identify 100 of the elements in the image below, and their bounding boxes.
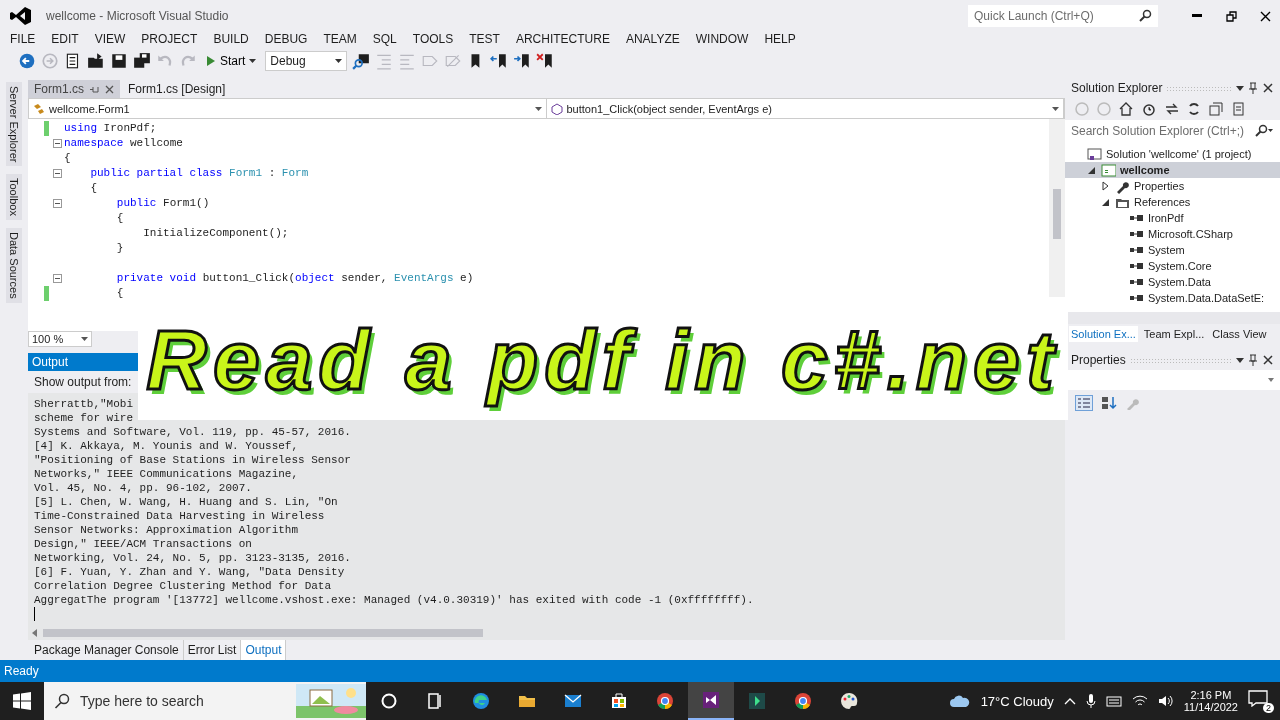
menu-item[interactable]: HELP: [756, 32, 804, 46]
collapse-icon[interactable]: [53, 139, 62, 148]
taskbar-search-field[interactable]: Type here to search: [44, 682, 366, 720]
chrome-icon: [793, 691, 813, 711]
tree-item[interactable]: Solution 'wellcome' (1 project): [1065, 146, 1280, 162]
clear-bookmarks-icon[interactable]: [536, 52, 555, 70]
search-icon: [1254, 124, 1274, 138]
microphone-icon[interactable]: [1085, 693, 1096, 709]
notifications-button[interactable]: 2: [1248, 689, 1272, 713]
pin-icon[interactable]: [1248, 82, 1258, 94]
start-button[interactable]: Start: [202, 52, 261, 70]
collapse-icon[interactable]: [53, 199, 62, 208]
search-field[interactable]: Search Solution Explorer (Ctrl+;): [1065, 120, 1280, 142]
home-icon[interactable]: [1119, 102, 1133, 116]
menu-item[interactable]: SQL: [364, 32, 405, 46]
collapse-icon[interactable]: [53, 169, 62, 178]
output-line: Networking, Vol. 24, No. 5, pp. 3123-3135, 2016.: [34, 551, 352, 565]
tree-item[interactable]: System.Core: [1065, 258, 1280, 274]
menu-item[interactable]: PROJECT: [133, 32, 206, 46]
output-line: Systems and Software, Vol. 119, pp. 45-57, 2016.: [34, 425, 352, 439]
scroll-left-icon[interactable]: [32, 629, 37, 637]
output-line: [5] L. Chen, W. Wang, H. Huang and S. Lin, "On: [34, 495, 339, 509]
collapse-icon[interactable]: [53, 274, 62, 283]
collapse-all-icon[interactable]: [1209, 102, 1223, 116]
menu-item[interactable]: WINDOW: [687, 32, 757, 46]
code-line: {: [89, 181, 97, 196]
zoom-dropdown[interactable]: 100 %: [28, 331, 92, 347]
tree-item[interactable]: System.Data: [1065, 274, 1280, 290]
document-tab[interactable]: Form1.cs [Design]: [122, 80, 232, 98]
menu-item[interactable]: ANALYZE: [617, 32, 688, 46]
taskbar-app[interactable]: [688, 682, 734, 720]
pin-icon[interactable]: [90, 84, 99, 94]
menu-item[interactable]: TEAM: [315, 32, 365, 46]
chevron-up-icon[interactable]: [1063, 697, 1076, 705]
expanded-arrow-icon[interactable]: [1087, 165, 1097, 175]
previous-bookmark-icon[interactable]: [490, 52, 509, 70]
scrollbar[interactable]: [1049, 119, 1065, 297]
caret-icon: [534, 106, 542, 111]
configuration-dropdown[interactable]: Debug: [265, 51, 348, 71]
tree-item[interactable]: System: [1065, 242, 1280, 258]
menu-item[interactable]: VIEW: [86, 32, 134, 46]
save-icon[interactable]: [110, 52, 128, 70]
tree-item[interactable]: References: [1065, 194, 1280, 210]
pin-icon[interactable]: [1248, 354, 1258, 366]
code-line: {: [64, 151, 71, 166]
code-line: using IronPdf;: [64, 121, 157, 136]
menu-item[interactable]: ARCHITECTURE: [507, 32, 618, 46]
tree-item[interactable]: wellcome: [1065, 162, 1280, 178]
speaker-icon[interactable]: [1157, 694, 1174, 708]
categorized-icon[interactable]: [1075, 395, 1093, 411]
weather-text[interactable]: 17°C Cloudy: [980, 693, 1054, 709]
clock[interactable]: 2:16 PM 11/14/2022: [1183, 689, 1238, 713]
keyboard-icon[interactable]: [1105, 694, 1122, 708]
side-tab[interactable]: Toolbox: [6, 174, 22, 221]
refresh-icon[interactable]: [1187, 102, 1201, 116]
tree-item[interactable]: Properties: [1065, 178, 1280, 194]
panel-tab[interactable]: Class View: [1210, 326, 1269, 342]
tree-item[interactable]: IronPdf: [1065, 210, 1280, 226]
panel-tab[interactable]: Output: [241, 640, 287, 660]
panel-tab[interactable]: Team Expl...: [1141, 326, 1207, 342]
collapsed-arrow-icon[interactable]: [1101, 181, 1111, 191]
output-line: Vol. 45, No. 4, pp. 96-102, 2007.: [34, 481, 253, 495]
side-tab[interactable]: Server Explorer: [6, 82, 22, 167]
code-line: InitializeComponent();: [142, 226, 289, 241]
quick-launch-field[interactable]: Quick Launch (Ctrl+Q): [968, 5, 1158, 27]
menu-item[interactable]: TOOLS: [404, 32, 462, 46]
close-icon[interactable]: [105, 84, 114, 94]
expanded-arrow-icon[interactable]: [1101, 197, 1111, 207]
wifi-icon[interactable]: [1131, 694, 1148, 708]
find-icon[interactable]: [352, 52, 371, 70]
document-tab[interactable]: Form1.cs: [28, 80, 120, 98]
folder-icon[interactable]: [87, 52, 105, 70]
panel-title: Properties: [1071, 353, 1126, 367]
menu-item[interactable]: BUILD: [205, 32, 257, 46]
panel-tab[interactable]: Solution Ex...: [1069, 326, 1138, 342]
scrollbar[interactable]: [28, 626, 1065, 640]
menu-item[interactable]: DEBUG: [256, 32, 316, 46]
close-icon: [1259, 10, 1271, 22]
menu-item[interactable]: FILE: [2, 32, 44, 46]
menu-item[interactable]: TEST: [461, 32, 508, 46]
close-icon[interactable]: [1262, 354, 1274, 366]
type-dropdown[interactable]: wellcome.Form1: [29, 99, 547, 118]
next-bookmark-icon[interactable]: [513, 52, 532, 70]
dropdown-arrow-icon[interactable]: [1236, 85, 1244, 91]
sync-icon[interactable]: [1165, 102, 1179, 116]
history-icon[interactable]: [1141, 102, 1157, 116]
dropdown-arrow-icon[interactable]: [1236, 357, 1244, 363]
tree-item[interactable]: System.Data.DataSetE:: [1065, 290, 1280, 306]
caret-icon: [1268, 378, 1274, 382]
visual-studio-icon: [701, 690, 721, 710]
back-icon[interactable]: [18, 52, 36, 70]
member-dropdown[interactable]: button1_Click(object sender, EventArgs e): [546, 99, 1064, 118]
side-tab[interactable]: Data Sources: [6, 228, 22, 303]
caret-icon: [1052, 106, 1059, 111]
show-files-icon[interactable]: [1231, 102, 1245, 116]
close-icon[interactable]: [1262, 82, 1274, 94]
menu-item[interactable]: EDIT: [43, 32, 87, 46]
sort-alphabetical-icon[interactable]: [1101, 395, 1117, 411]
save-all-icon[interactable]: [133, 52, 151, 70]
tree-item[interactable]: Microsoft.CSharp: [1065, 226, 1280, 242]
